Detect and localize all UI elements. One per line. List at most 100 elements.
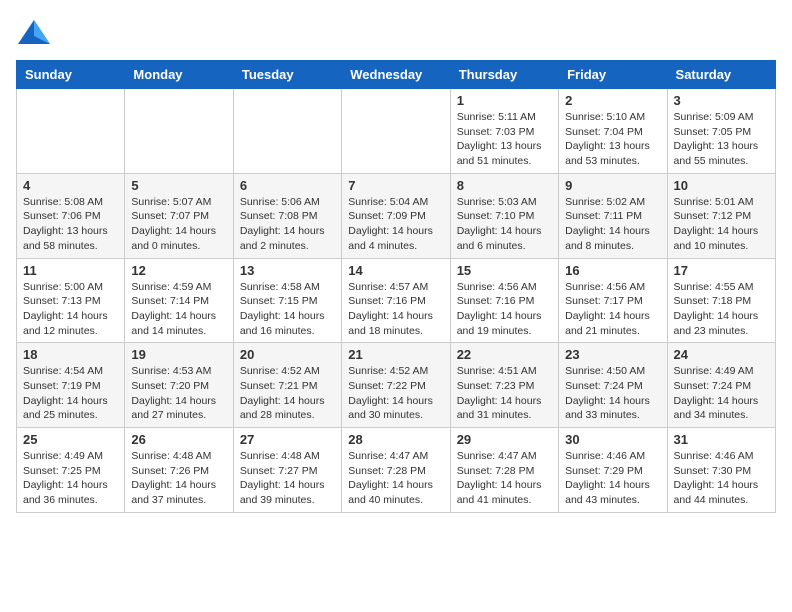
calendar-cell: 22Sunrise: 4:51 AM Sunset: 7:23 PM Dayli…	[450, 343, 558, 428]
calendar-header-saturday: Saturday	[667, 61, 775, 89]
day-number: 17	[674, 263, 769, 278]
day-number: 6	[240, 178, 335, 193]
calendar-cell	[233, 89, 341, 174]
day-info: Sunrise: 5:02 AM Sunset: 7:11 PM Dayligh…	[565, 195, 660, 254]
day-info: Sunrise: 4:54 AM Sunset: 7:19 PM Dayligh…	[23, 364, 118, 423]
calendar-week-5: 25Sunrise: 4:49 AM Sunset: 7:25 PM Dayli…	[17, 428, 776, 513]
logo-icon	[16, 16, 52, 52]
day-number: 15	[457, 263, 552, 278]
calendar-cell: 15 Sunrise: 4:56 AM Sunset: 7:16 PM Dayli…	[450, 258, 558, 343]
day-number: 9	[565, 178, 660, 193]
calendar-week-1: 1 Sunrise: 5:11 AM Sunset: 7:03 PM Daylig…	[17, 89, 776, 174]
day-info: Sunrise: 4:47 AM Sunset: 7:28 PM Dayligh…	[348, 449, 443, 508]
day-info: Sunrise: 5:04 AM Sunset: 7:09 PM Dayligh…	[348, 195, 443, 254]
day-number: 31	[674, 432, 769, 447]
calendar-cell: 16Sunrise: 4:56 AM Sunset: 7:17 PM Dayli…	[559, 258, 667, 343]
calendar-cell: 2 Sunrise: 5:10 AM Sunset: 7:04 PM Daylig…	[559, 89, 667, 174]
calendar-cell: 19Sunrise: 4:53 AM Sunset: 7:20 PM Dayli…	[125, 343, 233, 428]
calendar-cell: 13 Sunrise: 4:58 AM Sunset: 7:15 PM Dayli…	[233, 258, 341, 343]
day-info: Sunrise: 5:11 AM Sunset: 7:03 PM Dayligh…	[457, 110, 552, 169]
calendar-cell	[342, 89, 450, 174]
day-info: Sunrise: 5:00 AM Sunset: 7:13 PM Dayligh…	[23, 280, 118, 339]
calendar-cell: 9 Sunrise: 5:02 AM Sunset: 7:11 PM Daylig…	[559, 173, 667, 258]
day-number: 11	[23, 263, 118, 278]
day-number: 10	[674, 178, 769, 193]
day-number: 4	[23, 178, 118, 193]
logo	[16, 16, 52, 52]
day-number: 19	[131, 347, 226, 362]
calendar-header-tuesday: Tuesday	[233, 61, 341, 89]
day-number: 30	[565, 432, 660, 447]
day-info: Sunrise: 4:49 AM Sunset: 7:25 PM Dayligh…	[23, 449, 118, 508]
calendar-header-wednesday: Wednesday	[342, 61, 450, 89]
day-info: Sunrise: 4:58 AM Sunset: 7:15 PM Dayligh…	[240, 280, 335, 339]
day-info: Sunrise: 4:46 AM Sunset: 7:30 PM Dayligh…	[674, 449, 769, 508]
calendar-week-3: 11 Sunrise: 5:00 AM Sunset: 7:13 PM Dayli…	[17, 258, 776, 343]
calendar-cell: 4 Sunrise: 5:08 AM Sunset: 7:06 PM Daylig…	[17, 173, 125, 258]
day-info: Sunrise: 4:50 AM Sunset: 7:24 PM Dayligh…	[565, 364, 660, 423]
calendar-cell: 21 Sunrise: 4:52 AM Sunset: 7:22 PM Dayli…	[342, 343, 450, 428]
day-info: Sunrise: 4:55 AM Sunset: 7:18 PM Dayligh…	[674, 280, 769, 339]
calendar-cell: 14 Sunrise: 4:57 AM Sunset: 7:16 PM Dayli…	[342, 258, 450, 343]
calendar-cell: 5Sunrise: 5:07 AM Sunset: 7:07 PM Daylig…	[125, 173, 233, 258]
day-info: Sunrise: 4:57 AM Sunset: 7:16 PM Dayligh…	[348, 280, 443, 339]
calendar-cell: 1 Sunrise: 5:11 AM Sunset: 7:03 PM Daylig…	[450, 89, 558, 174]
calendar-header-row: SundayMondayTuesdayWednesdayThursdayFrid…	[17, 61, 776, 89]
calendar-cell: 18 Sunrise: 4:54 AM Sunset: 7:19 PM Dayli…	[17, 343, 125, 428]
day-number: 23	[565, 347, 660, 362]
day-number: 14	[348, 263, 443, 278]
calendar-cell: 17 Sunrise: 4:55 AM Sunset: 7:18 PM Dayli…	[667, 258, 775, 343]
calendar-header-monday: Monday	[125, 61, 233, 89]
day-info: Sunrise: 4:52 AM Sunset: 7:22 PM Dayligh…	[348, 364, 443, 423]
day-number: 22	[457, 347, 552, 362]
calendar-cell: 24Sunrise: 4:49 AM Sunset: 7:24 PM Dayli…	[667, 343, 775, 428]
day-info: Sunrise: 4:59 AM Sunset: 7:14 PM Dayligh…	[131, 280, 226, 339]
day-number: 27	[240, 432, 335, 447]
day-info: Sunrise: 5:03 AM Sunset: 7:10 PM Dayligh…	[457, 195, 552, 254]
day-info: Sunrise: 4:48 AM Sunset: 7:26 PM Dayligh…	[131, 449, 226, 508]
page-header	[16, 16, 776, 52]
day-number: 13	[240, 263, 335, 278]
day-number: 18	[23, 347, 118, 362]
day-number: 12	[131, 263, 226, 278]
day-number: 1	[457, 93, 552, 108]
calendar-cell: 27 Sunrise: 4:48 AM Sunset: 7:27 PM Dayli…	[233, 428, 341, 513]
calendar-cell: 30Sunrise: 4:46 AM Sunset: 7:29 PM Dayli…	[559, 428, 667, 513]
calendar-table: SundayMondayTuesdayWednesdayThursdayFrid…	[16, 60, 776, 513]
calendar-cell: 29Sunrise: 4:47 AM Sunset: 7:28 PM Dayli…	[450, 428, 558, 513]
calendar-cell: 3Sunrise: 5:09 AM Sunset: 7:05 PM Daylig…	[667, 89, 775, 174]
day-number: 2	[565, 93, 660, 108]
day-info: Sunrise: 4:48 AM Sunset: 7:27 PM Dayligh…	[240, 449, 335, 508]
calendar-cell: 28Sunrise: 4:47 AM Sunset: 7:28 PM Dayli…	[342, 428, 450, 513]
calendar-cell: 10 Sunrise: 5:01 AM Sunset: 7:12 PM Dayli…	[667, 173, 775, 258]
calendar-cell: 6Sunrise: 5:06 AM Sunset: 7:08 PM Daylig…	[233, 173, 341, 258]
calendar-cell: 8 Sunrise: 5:03 AM Sunset: 7:10 PM Daylig…	[450, 173, 558, 258]
calendar-cell: 23 Sunrise: 4:50 AM Sunset: 7:24 PM Dayli…	[559, 343, 667, 428]
calendar-header-thursday: Thursday	[450, 61, 558, 89]
calendar-cell: 11 Sunrise: 5:00 AM Sunset: 7:13 PM Dayli…	[17, 258, 125, 343]
day-info: Sunrise: 5:08 AM Sunset: 7:06 PM Dayligh…	[23, 195, 118, 254]
calendar-week-4: 18 Sunrise: 4:54 AM Sunset: 7:19 PM Dayli…	[17, 343, 776, 428]
day-number: 26	[131, 432, 226, 447]
day-number: 21	[348, 347, 443, 362]
day-info: Sunrise: 5:01 AM Sunset: 7:12 PM Dayligh…	[674, 195, 769, 254]
day-info: Sunrise: 4:56 AM Sunset: 7:16 PM Dayligh…	[457, 280, 552, 339]
day-number: 7	[348, 178, 443, 193]
day-info: Sunrise: 4:52 AM Sunset: 7:21 PM Dayligh…	[240, 364, 335, 423]
calendar-week-2: 4 Sunrise: 5:08 AM Sunset: 7:06 PM Daylig…	[17, 173, 776, 258]
day-number: 5	[131, 178, 226, 193]
calendar-header-sunday: Sunday	[17, 61, 125, 89]
day-info: Sunrise: 4:49 AM Sunset: 7:24 PM Dayligh…	[674, 364, 769, 423]
day-info: Sunrise: 4:56 AM Sunset: 7:17 PM Dayligh…	[565, 280, 660, 339]
day-info: Sunrise: 5:10 AM Sunset: 7:04 PM Dayligh…	[565, 110, 660, 169]
calendar-cell: 25Sunrise: 4:49 AM Sunset: 7:25 PM Dayli…	[17, 428, 125, 513]
day-info: Sunrise: 5:09 AM Sunset: 7:05 PM Dayligh…	[674, 110, 769, 169]
calendar-header-friday: Friday	[559, 61, 667, 89]
calendar-cell: 26 Sunrise: 4:48 AM Sunset: 7:26 PM Dayli…	[125, 428, 233, 513]
day-number: 29	[457, 432, 552, 447]
day-number: 8	[457, 178, 552, 193]
calendar-cell: 20 Sunrise: 4:52 AM Sunset: 7:21 PM Dayli…	[233, 343, 341, 428]
calendar-cell: 7 Sunrise: 5:04 AM Sunset: 7:09 PM Daylig…	[342, 173, 450, 258]
day-number: 20	[240, 347, 335, 362]
calendar-cell: 12 Sunrise: 4:59 AM Sunset: 7:14 PM Dayli…	[125, 258, 233, 343]
